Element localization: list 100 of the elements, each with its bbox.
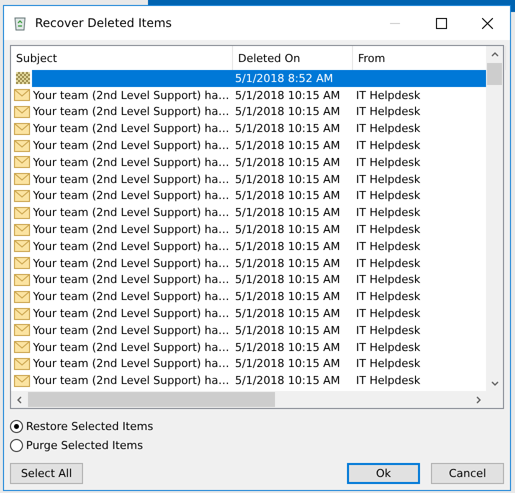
envelope-icon (14, 257, 30, 270)
date-text: 5/1/2018 10:15 AM (235, 189, 340, 202)
sender-text: IT Helpdesk (356, 357, 420, 370)
envelope-icon (14, 341, 30, 354)
sender-text: IT Helpdesk (356, 206, 420, 220)
radio-option[interactable]: Purge Selected Items (10, 437, 504, 453)
subject-text: Your team (2nd Level Support) ha… (33, 273, 230, 286)
list-row[interactable]: Your team (2nd Level Support) ha… 5/1/2018 10:15 AM IT Helpdesk (32, 238, 486, 255)
list-row[interactable]: Your team (2nd Level Support) ha… 5/1/2018 10:15 AM IT Helpdesk (32, 322, 486, 339)
radio-icon[interactable] (10, 438, 23, 452)
subject-text: Your team (2nd Level Support) ha… (33, 105, 230, 118)
subject-text: Your team (2nd Level Support) ha… (33, 374, 230, 388)
close-icon[interactable] (482, 18, 492, 28)
list-row[interactable]: Your team (2nd Level Support) ha… 5/1/2018 10:15 AM IT Helpdesk (32, 254, 486, 272)
envelope-icon (14, 156, 30, 168)
subject-text: Your team (2nd Level Support) ha… (33, 256, 230, 270)
list-row[interactable]: Your team (2nd Level Support) ha… 5/1/2018 10:15 AM IT Helpdesk (32, 104, 486, 120)
date-text: 5/1/2018 10:15 AM (235, 240, 340, 253)
envelope-icon (14, 274, 30, 286)
dialog-button[interactable]: Select All (10, 463, 83, 484)
list-row[interactable]: Your team (2nd Level Support) ha… 5/1/2018 10:15 AM IT Helpdesk (32, 204, 486, 222)
dialog-button[interactable]: Cancel (431, 463, 504, 484)
date-text: 5/1/2018 8:52 AM (235, 72, 334, 85)
date-text: 5/1/2018 10:15 AM (235, 172, 340, 186)
subject-text: Your team (2nd Level Support) ha… (33, 172, 230, 186)
list-row[interactable]: Your team (2nd Level Support) ha… 5/1/2018 10:15 AM IT Helpdesk (32, 221, 486, 238)
subject-text: Your team (2nd Level Support) ha… (33, 206, 230, 220)
sender-text: IT Helpdesk (356, 105, 420, 118)
scroll-up-icon[interactable] (490, 50, 498, 58)
scroll-thumb[interactable] (487, 63, 502, 85)
date-text: 5/1/2018 10:15 AM (235, 156, 340, 169)
maximize-icon[interactable] (436, 18, 446, 28)
envelope-icon (14, 308, 30, 320)
date-text: 5/1/2018 10:15 AM (235, 357, 340, 370)
sender-text: IT Helpdesk (356, 240, 420, 253)
envelope-icon (14, 374, 30, 387)
envelope-icon (14, 89, 30, 102)
date-text: 5/1/2018 10:15 AM (235, 340, 340, 354)
envelope-icon (14, 224, 30, 236)
envelope-icon (14, 206, 30, 219)
envelope-icon (14, 140, 30, 152)
date-text: 5/1/2018 10:15 AM (235, 290, 340, 304)
radio-icon[interactable] (10, 420, 23, 432)
subject-text: Your team (2nd Level Support) ha… (33, 357, 230, 370)
sender-text: IT Helpdesk (356, 189, 420, 202)
sender-text: IT Helpdesk (356, 324, 420, 337)
envelope-icon (14, 173, 30, 186)
subject-text: Your team (2nd Level Support) ha… (33, 139, 230, 152)
scroll-down-icon[interactable] (490, 378, 498, 386)
date-text: 5/1/2018 10:15 AM (235, 139, 340, 152)
sender-text: IT Helpdesk (356, 139, 420, 152)
envelope-icon (14, 290, 30, 303)
date-text: 5/1/2018 10:15 AM (235, 88, 340, 102)
radio-option[interactable]: Restore Selected Items (10, 418, 504, 434)
dialog-button[interactable]: Ok (347, 463, 420, 484)
item-icon (16, 72, 30, 84)
list-row[interactable]: Your team (2nd Level Support) ha… 5/1/2018 10:15 AM IT Helpdesk (32, 288, 486, 306)
date-text: 5/1/2018 10:15 AM (235, 256, 340, 270)
date-text: 5/1/2018 10:15 AM (235, 105, 340, 118)
date-text: 5/1/2018 10:15 AM (235, 273, 340, 286)
list-row[interactable]: Your team (2nd Level Support) ha… 5/1/2018 10:15 AM IT Helpdesk (32, 372, 486, 390)
sender-text: IT Helpdesk (356, 256, 420, 270)
date-text: 5/1/2018 10:15 AM (235, 324, 340, 337)
scroll-thumb[interactable] (28, 392, 275, 407)
subject-text: Your team (2nd Level Support) ha… (33, 307, 230, 320)
list-row[interactable]: Your team (2nd Level Support) ha… 5/1/2018 10:15 AM IT Helpdesk (32, 305, 486, 322)
recycle-bin-icon (12, 15, 28, 31)
sender-text: IT Helpdesk (356, 307, 420, 320)
sender-text: IT Helpdesk (356, 156, 420, 169)
date-text: 5/1/2018 10:15 AM (235, 374, 340, 388)
sender-text: IT Helpdesk (356, 172, 420, 186)
date-text: 5/1/2018 10:15 AM (235, 223, 340, 236)
sender-text: IT Helpdesk (356, 122, 420, 136)
list-row[interactable]: Your team (2nd Level Support) ha… 5/1/2018 10:15 AM IT Helpdesk (32, 272, 486, 288)
sender-text: IT Helpdesk (356, 290, 420, 304)
list-row[interactable]: Your team (2nd Level Support) ha… 5/1/2018 10:15 AM IT Helpdesk (32, 170, 486, 188)
date-text: 5/1/2018 10:15 AM (235, 307, 340, 320)
date-text: 5/1/2018 10:15 AM (235, 122, 340, 136)
list-row[interactable]: Your team (2nd Level Support) ha… 5/1/2018 10:15 AM IT Helpdesk (32, 356, 486, 372)
list-row[interactable]: 5/1/2018 8:52 AM (32, 70, 486, 87)
scroll-right-icon[interactable] (474, 396, 482, 404)
list-row[interactable]: Your team (2nd Level Support) ha… 5/1/2018 10:15 AM IT Helpdesk (32, 137, 486, 154)
subject-text: Your team (2nd Level Support) ha… (33, 324, 230, 337)
list-row[interactable]: Your team (2nd Level Support) ha… 5/1/2018 10:15 AM IT Helpdesk (32, 188, 486, 204)
list-row[interactable]: Your team (2nd Level Support) ha… 5/1/2018 10:15 AM IT Helpdesk (32, 120, 486, 138)
subject-text: Your team (2nd Level Support) ha… (33, 88, 230, 102)
sender-text: IT Helpdesk (356, 273, 420, 286)
list-row[interactable]: Your team (2nd Level Support) ha… 5/1/2018 10:15 AM IT Helpdesk (32, 154, 486, 171)
sender-text: IT Helpdesk (356, 374, 420, 388)
sender-text: IT Helpdesk (356, 88, 420, 102)
subject-text: Your team (2nd Level Support) ha… (33, 240, 230, 253)
list-row[interactable]: Your team (2nd Level Support) ha… 5/1/2018 10:15 AM IT Helpdesk (32, 338, 486, 356)
sender-text: IT Helpdesk (356, 223, 420, 236)
list-row[interactable]: Your team (2nd Level Support) ha… 5/1/2018 10:15 AM IT Helpdesk (32, 86, 486, 104)
envelope-icon (14, 190, 30, 202)
subject-text: Your team (2nd Level Support) ha… (33, 340, 230, 354)
envelope-icon (14, 358, 30, 370)
envelope-icon (14, 122, 30, 135)
scroll-left-icon[interactable] (16, 396, 24, 404)
envelope-icon (14, 240, 30, 252)
